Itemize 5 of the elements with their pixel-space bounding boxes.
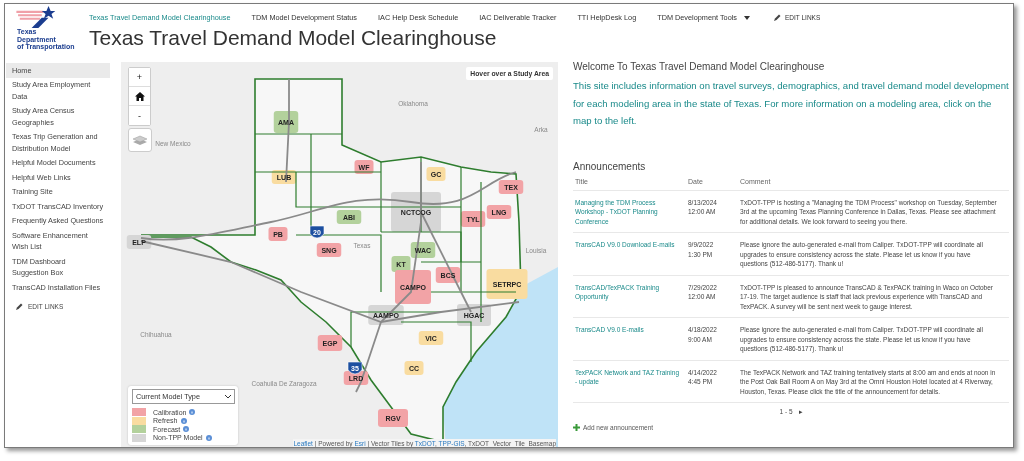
- welcome-text: This site includes information on travel surveys, demographics, and travel demand model development for each modeling area in the state of Texas. For more information on a modeling area, click on the map to the left.: [573, 79, 1009, 128]
- announcements-heading: Announcements: [573, 160, 647, 172]
- welcome-heading: Welcome To Texas Travel Demand Model Clearinghouse: [573, 61, 826, 72]
- page-title: Texas Travel Demand Model Clearinghouse: [89, 26, 498, 50]
- zoom-in-button[interactable]: +: [129, 68, 150, 87]
